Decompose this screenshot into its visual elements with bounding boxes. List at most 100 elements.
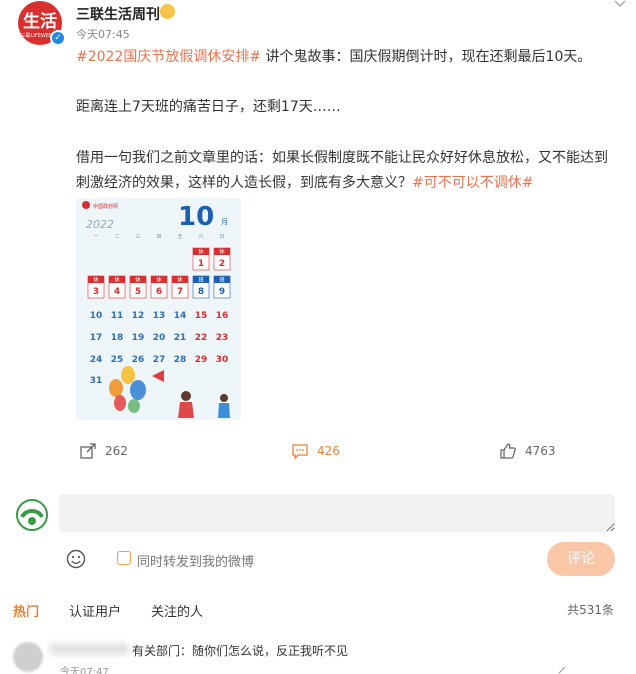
child-figure <box>220 394 228 402</box>
topic-link[interactable]: #可不可以不调休# <box>412 175 533 191</box>
calendar-day-number: 3 <box>93 287 99 297</box>
calendar-day-number: 5 <box>135 287 141 297</box>
calendar-graphic: 中国政府网 2022 10 月 一二三四五六日 休1休2休3休4休5休6休7班8… <box>76 198 241 420</box>
comment-text: 有关部门：随你们怎么说，反正我听不见 <box>132 644 349 658</box>
calendar-day-number: 2 <box>219 259 225 269</box>
commenter-name-blurred <box>50 643 128 655</box>
post-text: 讲个鬼故事：国庆假期倒计时，现在还剩最后10天。 <box>261 49 592 65</box>
comment-input[interactable] <box>59 494 615 532</box>
calendar-day-tag-label: 休 <box>156 276 162 284</box>
calendar-day-tag-label: 班 <box>198 276 204 284</box>
weekday-label: 四 <box>156 234 161 240</box>
calendar-day-number: 24 <box>90 355 103 365</box>
calendar-year: 2022 <box>86 218 114 231</box>
comment-icon <box>292 444 308 460</box>
calendar-day-number: 16 <box>216 311 229 321</box>
balloon-icon <box>121 366 135 384</box>
commenter-avatar[interactable] <box>13 642 43 672</box>
thumbs-up-icon <box>500 443 516 459</box>
calendar-day-number: 6 <box>156 287 162 297</box>
svg-text:月: 月 <box>221 218 228 226</box>
comment-count: 426 <box>317 444 340 458</box>
calendar-logo-text: 中国政府网 <box>93 203 118 210</box>
share-icon <box>80 443 96 459</box>
like-button[interactable]: 4763 <box>499 441 556 461</box>
calendar-month: 10 <box>178 202 214 232</box>
calendar-day-number: 10 <box>90 311 103 321</box>
tab-following[interactable]: 关注的人 <box>151 601 203 620</box>
repost-checkbox-label[interactable]: 同时转发到我的微博 <box>137 551 254 570</box>
like-count: 4763 <box>525 444 556 458</box>
author-name[interactable]: 三联生活周刊 <box>76 4 160 24</box>
calendar-day-number: 17 <box>90 333 103 343</box>
calendar-day-number: 27 <box>153 355 166 365</box>
post-text-line-3: 借用一句我们之前文章里的话：如果长假制度既不能让民众好好休息放松，又不能达到 <box>76 150 608 166</box>
calendar-day-number: 9 <box>219 287 225 297</box>
calendar-day-number: 21 <box>174 333 187 343</box>
post-text: 刺激经济的效果，这样的人造长假，到底有多大意义？ <box>76 175 412 191</box>
comment-button[interactable]: 426 <box>291 441 340 461</box>
calendar-day-number: 14 <box>174 311 187 321</box>
calendar-day-number: 28 <box>174 355 187 365</box>
calendar-day-number: 7 <box>177 287 183 297</box>
calendar-day-tag-label: 休 <box>114 276 120 284</box>
weekday-label: 五 <box>177 234 182 240</box>
repost-count: 262 <box>105 444 128 458</box>
calendar-day-number: 8 <box>198 287 204 297</box>
post-text-line-1: #2022国庆节放假调休安排# 讲个鬼故事：国庆假期倒计时，现在还剩最后10天。 <box>76 46 591 66</box>
calendar-day-number: 22 <box>195 333 208 343</box>
post-text-line-4: 刺激经济的效果，这样的人造长假，到底有多大意义？#可不可以不调休# <box>76 172 533 192</box>
calendar-day-tag-label: 班 <box>219 276 225 284</box>
child-figure <box>181 391 191 401</box>
verified-badge-icon: ✓ <box>50 30 66 46</box>
calendar-day-number: 13 <box>153 311 166 321</box>
tab-verified-users[interactable]: 认证用户 <box>69 601 121 620</box>
calendar-day-tag-label: 休 <box>177 276 183 284</box>
calendar-day-number: 25 <box>111 355 124 365</box>
balloon-icon <box>114 395 126 411</box>
balloon-icon <box>109 379 123 397</box>
emoji-icon[interactable] <box>66 549 86 569</box>
calendar-day-number: 15 <box>195 311 208 321</box>
calendar-day-number: 18 <box>111 333 124 343</box>
weekday-label: 日 <box>219 234 224 240</box>
comment-time: 今天07:47 <box>60 667 109 674</box>
calendar-day-number: 11 <box>111 311 124 321</box>
calendar-day-tag-label: 休 <box>135 276 141 284</box>
chevron-down-icon[interactable] <box>614 0 626 8</box>
calendar-day-tag-label: 休 <box>219 248 225 256</box>
comment-tabs: 热门 认证用户 关注的人 <box>13 601 233 620</box>
submit-comment-button[interactable]: 评论 <box>547 542 615 576</box>
tab-hot[interactable]: 热门 <box>13 601 39 620</box>
more-options-icon[interactable] <box>558 666 566 674</box>
post-text-line-2: 距离连上7天班的痛苦日子，还剩17天…… <box>76 99 341 115</box>
repost-checkbox[interactable] <box>117 551 131 565</box>
calendar-day-tag-label: 休 <box>93 276 99 284</box>
comment-total: 共531条 <box>567 603 614 617</box>
avatar-logo-text: 生活 <box>23 11 57 32</box>
calendar-day-number: 19 <box>132 333 145 343</box>
logo-emblem-icon <box>82 201 90 209</box>
repost-button[interactable]: 262 <box>79 441 128 461</box>
calendar-day-number: 26 <box>132 355 145 365</box>
balloon-icon <box>128 399 140 413</box>
calendar-day-number: 29 <box>195 355 208 365</box>
calendar-day-tag-label: 休 <box>198 248 204 256</box>
post-image[interactable]: 中国政府网 2022 10 月 一二三四五六日 休1休2休3休4休5休6休7班8… <box>76 198 241 420</box>
calendar-day-number: 23 <box>216 333 229 343</box>
weekday-label: 六 <box>198 233 203 240</box>
calendar-day-number: 4 <box>114 287 120 297</box>
post-time[interactable]: 今天07:45 <box>76 26 130 42</box>
topic-link[interactable]: #2022国庆节放假调休安排# <box>76 49 261 65</box>
weekday-label: 一 <box>93 234 98 240</box>
balloon-icon <box>130 380 146 400</box>
user-avatar[interactable] <box>16 499 48 531</box>
calendar-day-number: 1 <box>198 259 204 269</box>
calendar-day-number: 20 <box>153 333 166 343</box>
calendar-day-number: 31 <box>90 376 103 386</box>
calendar-day-number: 30 <box>216 355 229 365</box>
calendar-day-number: 12 <box>132 311 145 321</box>
weekday-label: 二 <box>114 234 119 240</box>
weekday-label: 三 <box>135 234 140 240</box>
emoji-badge-icon <box>160 4 175 19</box>
